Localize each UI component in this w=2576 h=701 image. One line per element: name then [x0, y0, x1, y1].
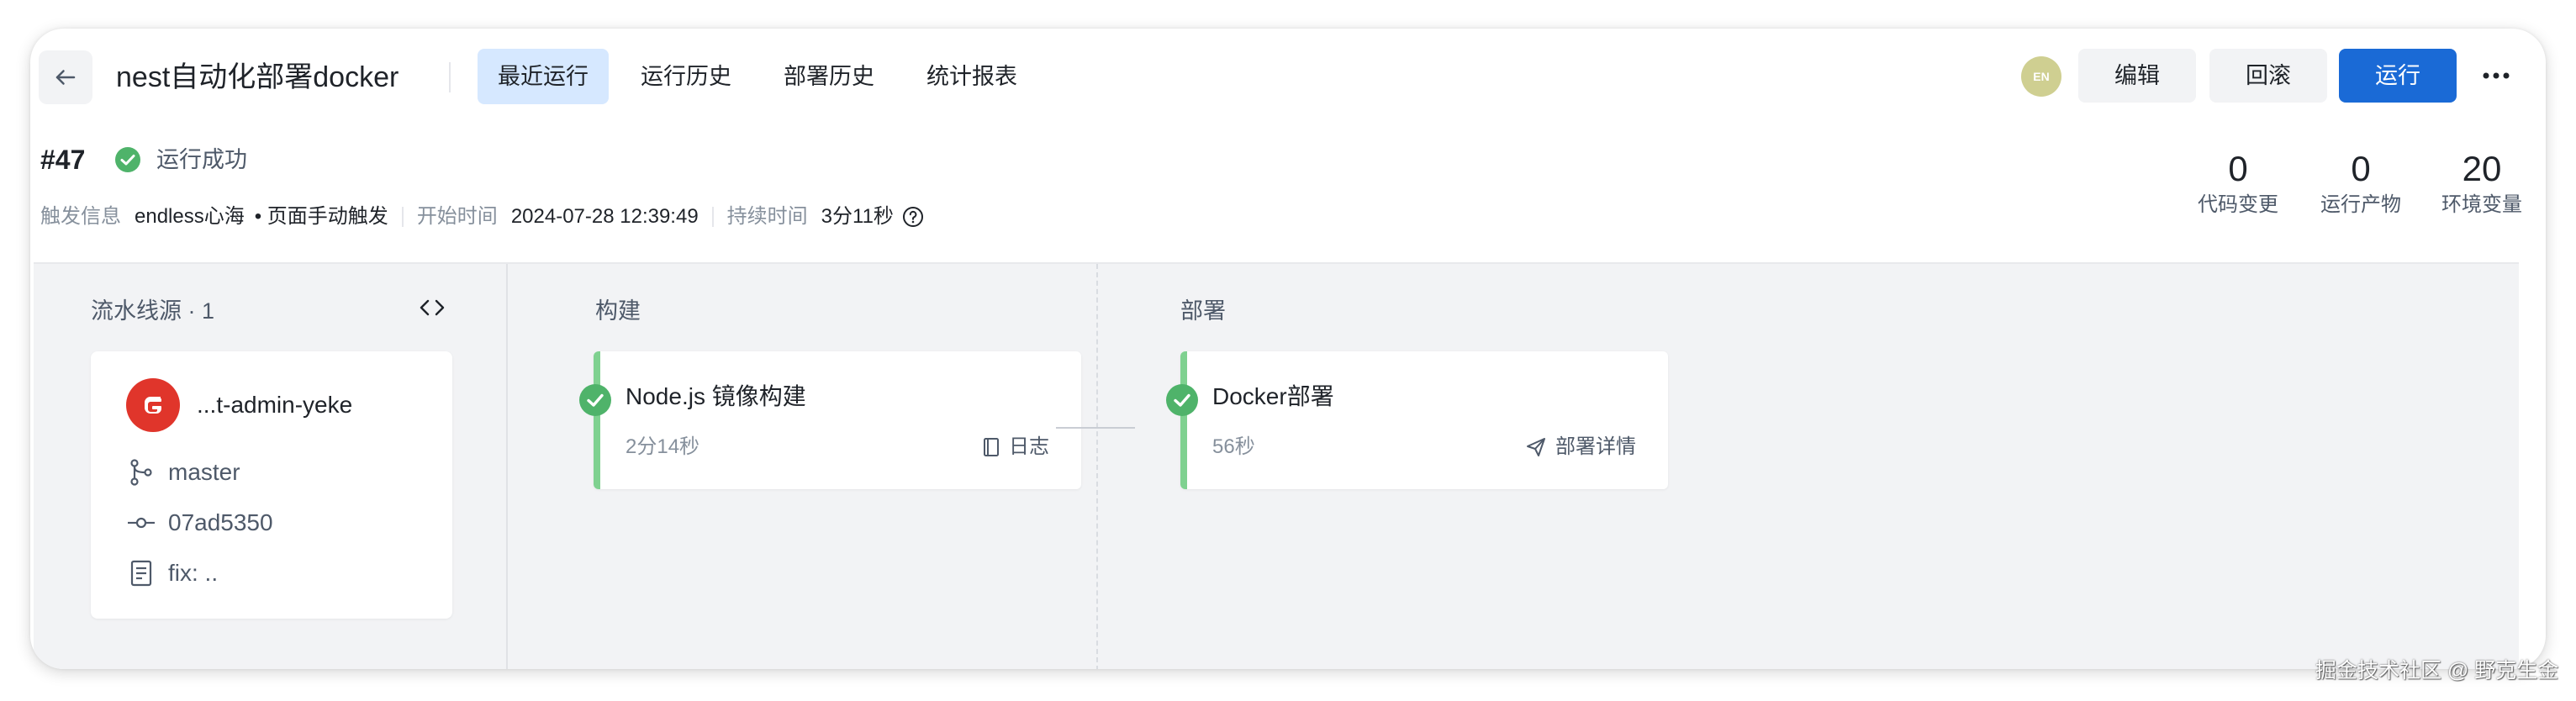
document-icon [126, 558, 156, 588]
stat-code-changes[interactable]: 0 代码变更 [2188, 148, 2288, 220]
tab-bar: 最近运行 运行历史 部署历史 统计报表 [478, 49, 1049, 104]
pipeline-source-column: 流水线源 · 1 ...t-admin-yeke master 07ad5350… [34, 264, 508, 669]
trigger-label: 触发信息 [40, 205, 121, 228]
stat-label: 运行产物 [2320, 193, 2401, 216]
stage-deploy: 部署 Docker部署 56秒 部署详情 [1098, 264, 1687, 669]
repo-name: ...t-admin-yeke [197, 392, 353, 418]
send-icon [1527, 438, 1545, 456]
deploy-detail-label: 部署详情 [1555, 435, 1636, 458]
source-card[interactable]: ...t-admin-yeke master 07ad5350 fix: .. [91, 351, 452, 619]
job-card-build[interactable]: Node.js 镜像构建 2分14秒 日志 [579, 351, 1081, 489]
run-status: 运行成功 [156, 147, 247, 172]
watermark: 掘金技术社区 @ 野克生金 [2315, 659, 2559, 683]
stat-value: 0 [2228, 149, 2248, 188]
page-title: nest自动化部署docker [116, 61, 399, 93]
stat-env-vars[interactable]: 20 环境变量 [2431, 148, 2532, 220]
tab-statistics[interactable]: 统计报表 [906, 49, 1037, 104]
job-duration: 56秒 [1212, 435, 1255, 458]
job-duration: 2分14秒 [626, 435, 700, 458]
stage-build: 构建 Node.js 镜像构建 2分14秒 日志 [508, 264, 1098, 669]
branch-icon [126, 457, 156, 488]
stage-build-title: 构建 [595, 298, 641, 324]
gitee-logo-icon [126, 378, 180, 432]
run-meta: 触发信息 endless心海 • 页面手动触发 开始时间 2024-07-28 … [40, 200, 924, 234]
meta-divider [401, 207, 404, 227]
commit-message: fix: .. [168, 560, 219, 586]
commit-message-row: fix: .. [126, 556, 218, 590]
branch-name: master [168, 459, 240, 485]
log-label: 日志 [1009, 435, 1049, 458]
stat-label: 代码变更 [2198, 193, 2278, 216]
stat-label: 环境变量 [2441, 193, 2522, 216]
deploy-detail-button[interactable]: 部署详情 [1525, 432, 1636, 462]
job-card-deploy[interactable]: Docker部署 56秒 部署详情 [1166, 351, 1668, 489]
success-check-icon [1166, 384, 1198, 416]
meta-divider [711, 207, 714, 227]
commit-icon [126, 508, 156, 538]
run-button[interactable]: 运行 [2339, 49, 2457, 103]
success-check-icon [115, 147, 140, 172]
pipeline-detail-panel: nest自动化部署docker 最近运行 运行历史 部署历史 统计报表 EN 编… [30, 29, 2546, 669]
rollback-button[interactable]: 回滚 [2209, 49, 2327, 103]
collapse-icon[interactable] [417, 296, 447, 321]
job-status-bar [1180, 351, 1187, 489]
tab-run-history[interactable]: 运行历史 [620, 49, 752, 104]
duration-label: 持续时间 [726, 205, 808, 228]
source-title: 流水线源 · 1 [91, 298, 215, 324]
more-button[interactable] [2477, 59, 2515, 92]
start-time-label: 开始时间 [416, 205, 498, 228]
user-avatar[interactable]: EN [2021, 56, 2061, 97]
duration: 3分11秒 [821, 205, 894, 228]
job-name: Docker部署 [1212, 383, 1334, 409]
run-number: #47 [40, 145, 86, 175]
back-button[interactable] [39, 50, 92, 104]
help-icon[interactable] [902, 206, 924, 228]
log-button[interactable]: 日志 [982, 432, 1049, 462]
job-status-bar [594, 351, 600, 489]
trigger-type: • 页面手动触发 [254, 205, 388, 228]
arrow-left-icon [55, 70, 76, 85]
success-check-icon [579, 384, 611, 416]
branch-row: master [126, 456, 240, 489]
start-time: 2024-07-28 12:39:49 [510, 205, 699, 228]
book-icon [984, 438, 999, 456]
stage-deploy-title: 部署 [1180, 298, 1226, 324]
commit-row: 07ad5350 [126, 506, 273, 540]
tab-deploy-history[interactable]: 部署历史 [763, 49, 895, 104]
trigger-user: endless心海 [135, 205, 245, 228]
pipeline-canvas: 流水线源 · 1 ...t-admin-yeke master 07ad5350… [34, 262, 2519, 669]
title-divider [449, 62, 451, 92]
stat-value: 20 [2462, 149, 2502, 188]
edit-button[interactable]: 编辑 [2078, 49, 2196, 103]
commit-hash[interactable]: 07ad5350 [168, 506, 273, 540]
stat-artifacts[interactable]: 0 运行产物 [2310, 148, 2411, 220]
tab-recent-runs[interactable]: 最近运行 [478, 49, 609, 104]
stat-value: 0 [2351, 149, 2371, 188]
more-horizontal-icon [2483, 72, 2510, 79]
job-name: Node.js 镜像构建 [626, 383, 806, 409]
